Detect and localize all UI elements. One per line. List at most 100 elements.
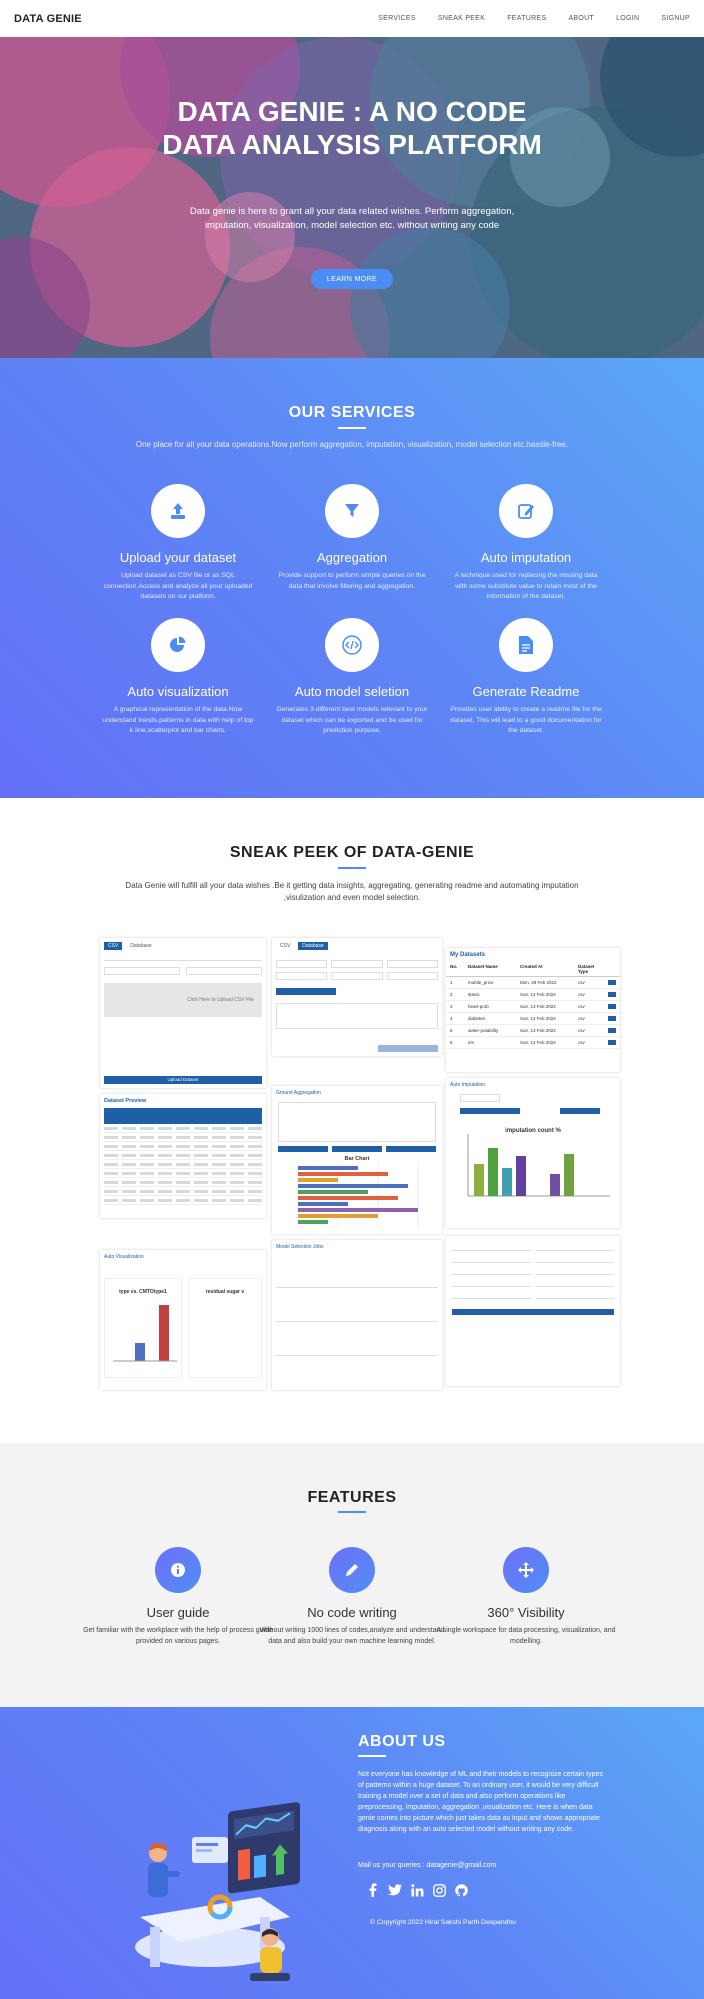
- feature-name: User guide: [146, 1605, 210, 1620]
- service-card-imputation: Auto imputation A technique used for rep…: [441, 484, 611, 603]
- upload-dropzone[interactable]: Click Here to Upload CSV File: [104, 983, 262, 1017]
- sneak-peek-title: SNEAK PEEK OF DATA-GENIE: [229, 844, 475, 861]
- preview-table: [100, 1124, 266, 1205]
- table-cell: [104, 1135, 118, 1139]
- table-cell: [158, 1198, 172, 1202]
- table-cell: [212, 1144, 226, 1148]
- table-cell: [104, 1180, 118, 1184]
- hero-section: DATA GENIE : A NO CODE DATA ANALYSIS PLA…: [0, 37, 704, 358]
- row-action-button[interactable]: [608, 1040, 616, 1045]
- table-row: [104, 1151, 262, 1160]
- nav-link-about[interactable]: ABOUT: [568, 15, 594, 22]
- table-cell: [176, 1126, 190, 1130]
- twitter-icon[interactable]: [388, 1883, 402, 1897]
- table-cell: [230, 1189, 244, 1193]
- service-desc: A graphical representation of the data.N…: [102, 706, 254, 734]
- learn-more-button[interactable]: LEARN MORE: [311, 269, 393, 289]
- table-row: [104, 1169, 262, 1178]
- row-action-button[interactable]: [608, 1028, 616, 1033]
- table-cell: [122, 1171, 136, 1175]
- nav-link-services[interactable]: SERVICES: [378, 15, 416, 22]
- table-cell: mobile_price: [468, 980, 494, 985]
- visualization-title: Auto Visualization: [104, 1254, 144, 1260]
- service-desc: Generates 3 different best models releva…: [276, 706, 428, 734]
- table-cell: [104, 1162, 118, 1166]
- contact-email[interactable]: Mail us your queries : datagenie@gmail.c…: [358, 1862, 496, 1869]
- table-cell: [158, 1162, 172, 1166]
- imputation-title: Auto Imputation: [450, 1082, 486, 1088]
- table-cell: [212, 1153, 226, 1157]
- table-cell: [176, 1189, 190, 1193]
- table-cell: [212, 1135, 226, 1139]
- feature-desc: Get familiar with the workplace with the…: [83, 1627, 273, 1645]
- about-text: Not everyone has knowledge of ML and the…: [358, 1771, 603, 1833]
- table-cell: Sun, 13 Feb 2022: [520, 1028, 556, 1033]
- table-cell: [104, 1126, 118, 1130]
- readme-screenshot: [446, 1236, 620, 1386]
- services-section: OUR SERVICES One place for all your data…: [0, 358, 704, 798]
- table-cell: [230, 1126, 244, 1130]
- table-cell: csv: [578, 980, 585, 985]
- table-cell: [158, 1153, 172, 1157]
- about-title-underline: [358, 1755, 386, 1757]
- table-cell: [230, 1144, 244, 1148]
- table-cell: 6: [450, 1040, 453, 1045]
- about-illustration: [135, 1802, 300, 1981]
- tab-database[interactable]: Database: [126, 942, 155, 950]
- service-desc: Upload dataset as CSV file or as SQL con…: [103, 572, 253, 600]
- table-cell: [104, 1189, 118, 1193]
- feature-name: No code writing: [307, 1605, 397, 1620]
- nav-link-features[interactable]: FEATURES: [507, 15, 546, 22]
- brand-logo[interactable]: DATA GENIE: [14, 13, 82, 25]
- row-action-button[interactable]: [608, 992, 616, 997]
- linkedin-icon[interactable]: [410, 1883, 424, 1897]
- tab-csv[interactable]: CSV: [104, 942, 123, 950]
- row-action-button[interactable]: [608, 1016, 616, 1021]
- table-cell: csv: [578, 1004, 585, 1009]
- row-action-button[interactable]: [608, 980, 616, 985]
- table-cell: [104, 1153, 118, 1157]
- row-action-button[interactable]: [608, 1004, 616, 1009]
- nav-link-signup[interactable]: SIGNUP: [661, 15, 690, 22]
- datasets-screenshot: My Datasets No. Dataset Name Created At Dat…: [446, 948, 620, 1072]
- table-cell: [140, 1144, 154, 1148]
- visualization-screenshot: Auto Visualization type vs. CMTOtype1 re…: [100, 1250, 266, 1390]
- table-cell: [176, 1144, 190, 1148]
- table-cell: [140, 1189, 154, 1193]
- service-desc: Provide support to perform simple querie…: [278, 572, 426, 590]
- service-name: Auto visualization: [127, 684, 229, 699]
- upload-dataset-button[interactable]: Upload Dataset: [104, 1076, 262, 1084]
- facebook-icon[interactable]: [366, 1883, 380, 1897]
- table-cell: [122, 1180, 136, 1184]
- upload-tabs: CSV Database: [100, 938, 266, 954]
- feature-card-visibility: 360° Visibility A single workspace for d…: [426, 1547, 626, 1647]
- table-row: [104, 1178, 262, 1187]
- service-name: Aggregation: [316, 550, 388, 565]
- table-cell: [158, 1135, 172, 1139]
- table-row: [104, 1133, 262, 1142]
- nav-link-sneak-peek[interactable]: SNEAK PEEK: [438, 15, 485, 22]
- table-cell: [194, 1198, 208, 1202]
- aggregation-title: Ground Aggregation: [276, 1090, 321, 1096]
- table-cell: heart-prob: [468, 1004, 489, 1009]
- feature-name: 360° Visibility: [487, 1605, 565, 1620]
- table-cell: [248, 1189, 262, 1193]
- service-card-aggregation: Aggregation Provide support to perform s…: [267, 484, 437, 592]
- sneak-peek-section: SNEAK PEEK OF DATA-GENIE Data Genie will…: [0, 798, 704, 1443]
- nav-link-login[interactable]: LOGIN: [616, 15, 639, 22]
- table-cell: [122, 1198, 136, 1202]
- table-cell: 2: [450, 992, 453, 997]
- table-row: [104, 1187, 262, 1196]
- instagram-icon[interactable]: [432, 1883, 446, 1897]
- document-icon: [499, 618, 553, 672]
- upload-icon: [151, 484, 205, 538]
- table-cell: [212, 1198, 226, 1202]
- service-card-upload: Upload your dataset Upload dataset as CS…: [93, 484, 263, 603]
- feature-card-user-guide: User guide Get familiar with the workpla…: [78, 1547, 278, 1647]
- github-icon[interactable]: [454, 1883, 468, 1897]
- table-cell: [104, 1198, 118, 1202]
- table-cell: [122, 1126, 136, 1130]
- table-cell: [248, 1153, 262, 1157]
- table-cell: [140, 1135, 154, 1139]
- pie-chart-icon: [151, 618, 205, 672]
